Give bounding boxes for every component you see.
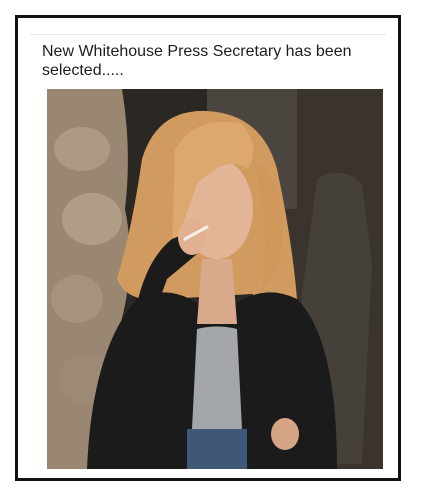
- post-caption: New Whitehouse Press Secretary has been …: [42, 43, 352, 79]
- neck: [197, 259, 237, 324]
- hand: [178, 219, 206, 255]
- shirt: [192, 326, 242, 429]
- left-hand: [271, 418, 299, 450]
- stone-block: [51, 275, 103, 323]
- stone-block: [62, 193, 122, 245]
- post-photo[interactable]: [47, 89, 383, 469]
- social-post: New Whitehouse Press Secretary has been …: [30, 34, 386, 470]
- stone-block: [54, 127, 110, 171]
- post-top-divider: [30, 34, 386, 35]
- jeans: [187, 429, 247, 469]
- photo-illustration: [47, 89, 383, 469]
